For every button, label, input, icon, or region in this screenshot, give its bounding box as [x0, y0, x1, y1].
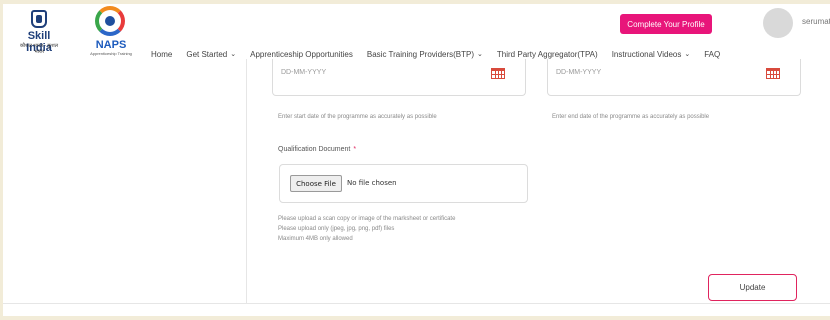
- nav-item-apprenticeship-opportunities[interactable]: Apprenticeship Opportunities: [250, 50, 353, 59]
- start-date-hint: Enter start date of the programme as acc…: [278, 114, 437, 120]
- start-date-field[interactable]: DD-MM-YYYY: [272, 59, 526, 96]
- skill-india-subtitle: कौशल भारत - कुशल भारत: [19, 43, 59, 55]
- site-header: Skill India कौशल भारत - कुशल भारत NAPS A…: [3, 4, 830, 59]
- nav-label: Instructional Videos: [611, 49, 682, 59]
- avatar[interactable]: [763, 8, 793, 38]
- upload-notes: Please upload a scan copy or image of th…: [278, 214, 518, 244]
- complete-profile-button[interactable]: Complete Your Profile: [620, 14, 712, 34]
- qualification-label-text: Qualification Document: [278, 146, 351, 153]
- nav-label: Basic Training Providers(BTP): [366, 49, 475, 59]
- nav-label: Get Started: [186, 49, 228, 59]
- end-date-hint: Enter end date of the programme as accur…: [552, 114, 710, 120]
- skill-india-logo[interactable]: Skill India कौशल भारत - कुशल भारत: [15, 10, 63, 55]
- nav-item-home[interactable]: Home: [151, 50, 172, 59]
- nav-item-btp[interactable]: Basic Training Providers(BTP) ⌄: [367, 50, 483, 59]
- nav-item-get-started[interactable]: Get Started ⌄: [186, 50, 236, 59]
- nav-item-faq[interactable]: FAQ: [704, 50, 720, 59]
- upload-note: Maximum 4MB only allowed: [278, 236, 353, 242]
- emblem-icon: [31, 10, 47, 28]
- end-date-placeholder: DD-MM-YYYY: [556, 69, 602, 76]
- nav-label: Home: [151, 49, 173, 59]
- nav-item-tpa[interactable]: Third Party Aggregator(TPA): [497, 50, 598, 59]
- divider: [3, 303, 830, 304]
- qualification-file-input: Choose File No file chosen: [279, 164, 528, 203]
- qualification-label: Qualification Document *: [278, 146, 356, 153]
- chevron-down-icon: ⌄: [230, 51, 237, 58]
- calendar-icon[interactable]: [766, 68, 780, 79]
- end-date-field[interactable]: DD-MM-YYYY: [547, 59, 801, 96]
- user-name[interactable]: serumat: [802, 17, 830, 26]
- nav-label: Third Party Aggregator(TPA): [496, 49, 598, 59]
- upload-note: Please upload a scan copy or image of th…: [278, 216, 456, 222]
- choose-file-button[interactable]: Choose File: [290, 175, 342, 192]
- chevron-down-icon: ⌄: [477, 51, 483, 58]
- upload-note: Please upload only (jpeg, jpg, png, pdf)…: [278, 226, 395, 232]
- left-panel: [3, 59, 247, 303]
- nav-label: Apprenticeship Opportunities: [250, 49, 353, 59]
- update-button[interactable]: Update: [708, 274, 797, 301]
- nav-item-instructional-videos[interactable]: Instructional Videos ⌄: [612, 50, 691, 59]
- naps-emblem-icon: [95, 6, 125, 36]
- naps-title: NAPS: [95, 39, 127, 51]
- file-status: No file chosen: [347, 179, 397, 187]
- naps-logo[interactable]: NAPS Apprenticeship Training: [89, 6, 133, 56]
- naps-subtitle: Apprenticeship Training: [90, 51, 132, 56]
- required-mark: *: [353, 146, 357, 153]
- chevron-down-icon: ⌄: [684, 51, 691, 58]
- calendar-icon[interactable]: [491, 68, 505, 79]
- app-frame: Skill India कौशल भारत - कुशल भारत NAPS A…: [3, 4, 830, 316]
- start-date-placeholder: DD-MM-YYYY: [281, 69, 327, 76]
- nav-label: FAQ: [704, 49, 721, 59]
